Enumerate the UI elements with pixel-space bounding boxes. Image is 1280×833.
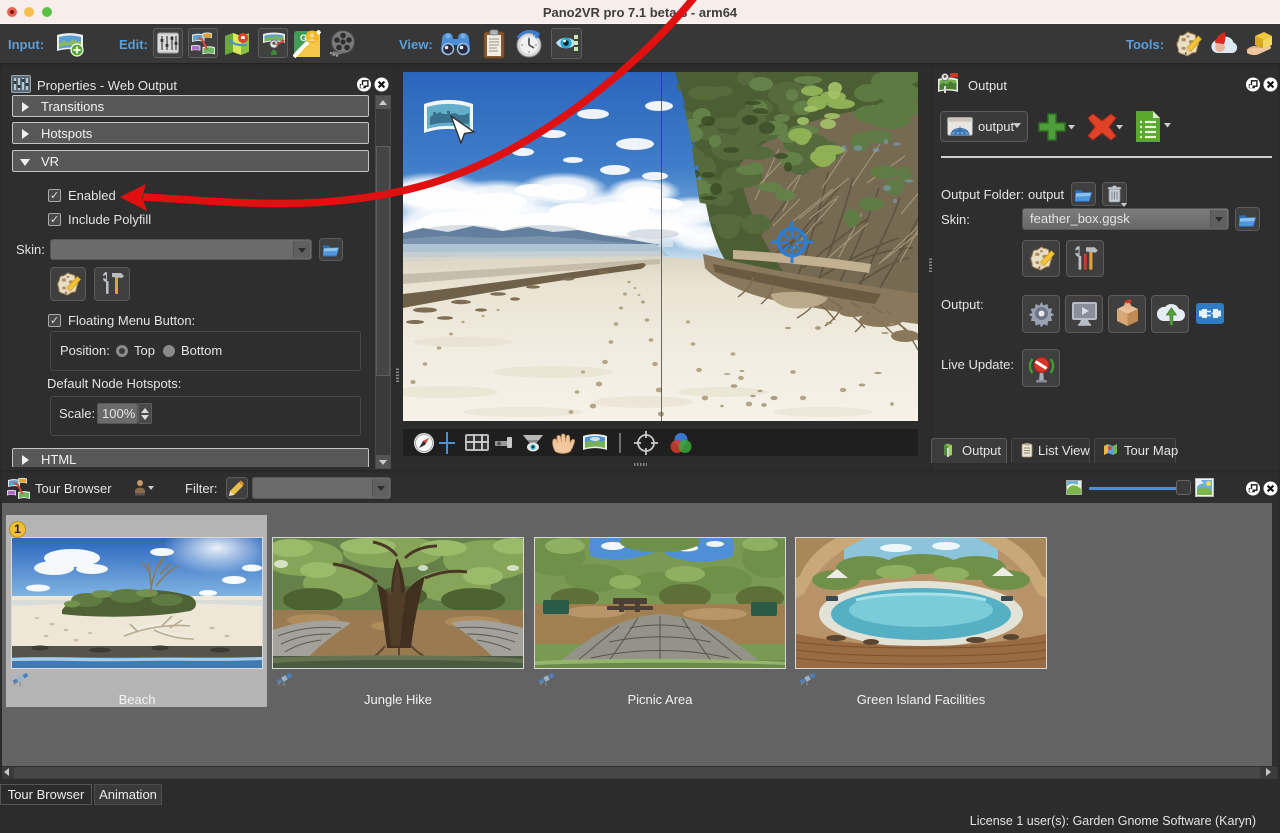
svg-text:G: G <box>300 33 307 43</box>
